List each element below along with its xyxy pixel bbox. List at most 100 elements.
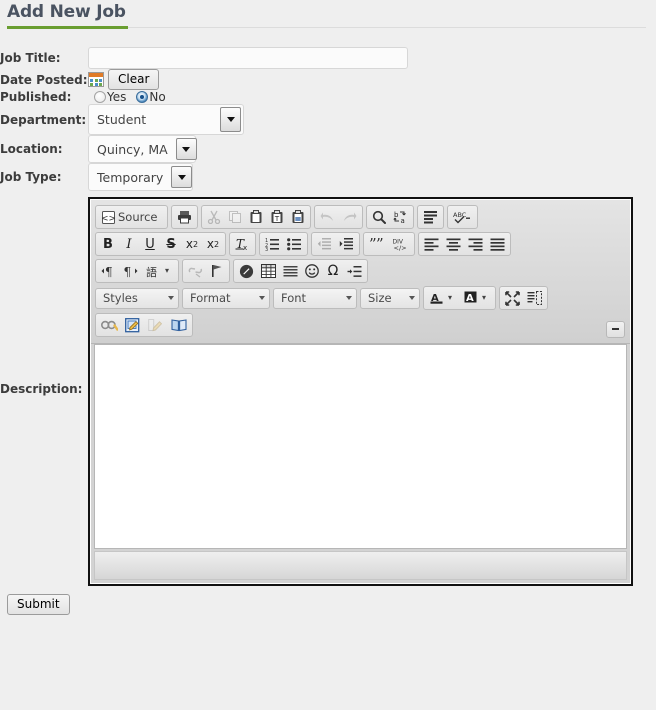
decrease-indent-icon[interactable] [314,234,335,254]
chevron-down-icon [409,296,415,300]
clear-date-button[interactable]: Clear [108,69,160,90]
underline-button[interactable]: U [140,234,160,254]
chevron-down-icon [168,296,174,300]
toolbar-group-extras [95,313,193,337]
toolbar-group-colors: A ▾ A ▾ [423,286,497,310]
font-combo-label: Font [281,291,307,305]
page-header: Add New Job [0,0,656,29]
create-div-icon[interactable]: DIV </> [389,234,412,254]
paste-as-text-icon[interactable]: T [267,207,287,227]
chevron-down-icon[interactable] [175,138,197,160]
align-center-icon[interactable] [443,234,464,254]
source-button[interactable]: <> Source [98,207,165,227]
font-combo[interactable]: Font [273,287,357,309]
format-combo-label: Format [190,291,231,305]
edit-source-icon[interactable] [145,315,167,335]
cut-icon[interactable] [204,207,224,227]
italic-button[interactable]: I [119,234,139,254]
size-combo[interactable]: Size [360,287,420,309]
horizontal-rule-icon[interactable] [280,261,301,281]
svg-text:a: a [400,217,404,224]
table-icon[interactable] [258,261,279,281]
toolbar-group-bidi: ¶ ¶ 語 ▾ [95,259,180,283]
subscript-button[interactable]: x2 [182,234,202,254]
styles-combo[interactable]: Styles [95,287,179,309]
toolbar-group-remove-format: Tx [229,232,256,256]
blockquote-icon[interactable]: ”” [366,234,388,254]
toolbar-row-4: Styles Format Font Size A ▾ A ▾ [95,286,626,310]
superscript-button[interactable]: x2 [203,234,223,254]
select-all-icon[interactable] [420,207,441,227]
print-icon[interactable] [174,207,195,227]
documentation-icon[interactable] [168,315,190,335]
replace-icon[interactable]: ba [390,207,411,227]
strikethrough-button[interactable]: S [161,234,181,254]
toolbar-group-spellcheck: ABC [446,205,478,229]
svg-text:”: ” [376,237,384,251]
page-title: Add New Job [7,2,126,22]
toolbar-group-align [418,232,511,256]
chevron-down-icon[interactable] [220,107,241,132]
remove-format-icon[interactable]: Tx [232,234,253,254]
job-type-select[interactable]: Temporary [88,163,193,191]
toolbar-group-print [170,205,198,229]
add-new-job-form: Job Title: Date Posted: Clear Published:… [0,47,633,586]
radio-yes-indicator [94,91,106,103]
paste-icon[interactable] [246,207,266,227]
undo-icon[interactable] [317,207,338,227]
special-character-icon[interactable]: Ω [323,261,343,281]
published-radio-yes[interactable]: Yes [94,90,126,104]
language-icon[interactable]: 語 ▾ [142,261,176,281]
job-title-input[interactable] [88,47,408,69]
collapse-toolbar-button[interactable] [606,321,625,338]
spell-check-icon[interactable]: ABC [450,207,475,227]
toolbar-group-document: <> Source [95,205,168,229]
bulleted-list-icon[interactable] [284,234,305,254]
divider-green-accent [7,26,128,29]
radio-yes-label: Yes [107,90,127,104]
svg-text:¶: ¶ [105,265,113,278]
bold-button[interactable]: B [98,234,118,254]
copy-icon[interactable] [225,207,245,227]
editor-content-area[interactable] [94,344,627,549]
increase-indent-icon[interactable] [336,234,357,254]
toolbar-row-1: <> Source T b a ABC [95,205,626,229]
unlink-icon[interactable] [185,261,206,281]
text-color-icon[interactable]: A ▾ [426,288,459,308]
redo-icon[interactable] [339,207,360,227]
toolbar-row-2: B I U S x2 x2 Tx 1 2 3 ” ” DIV </> [95,232,626,256]
align-left-icon[interactable] [421,234,442,254]
svg-text:<>: <> [102,214,115,224]
align-right-icon[interactable] [465,234,486,254]
submit-button[interactable]: Submit [7,594,70,615]
department-select[interactable]: Student [88,104,244,135]
align-justify-icon[interactable] [487,234,508,254]
svg-text:語: 語 [146,265,157,278]
flash-icon[interactable] [236,261,257,281]
maximize-icon[interactable] [502,288,523,308]
anchor-icon[interactable] [207,261,227,281]
find-icon[interactable] [369,207,389,227]
text-direction-rtl-icon[interactable]: ¶ [120,261,141,281]
numbered-list-icon[interactable]: 123 [262,234,283,254]
text-direction-ltr-icon[interactable]: ¶ [98,261,119,281]
format-combo[interactable]: Format [182,287,270,309]
smiley-icon[interactable] [302,261,322,281]
field-row-published: Published: Yes No [0,90,633,104]
svg-text:b: b [394,211,399,219]
background-color-icon[interactable]: A ▾ [460,288,493,308]
location-select[interactable]: Quincy, MA [88,135,197,163]
toolbar-group-find: ba [365,205,414,229]
field-row-description: Description: <> Source T b a ABC B I U S… [0,191,633,586]
published-label: Published: [0,90,72,104]
insert-template-icon[interactable] [122,315,144,335]
show-blocks-icon[interactable] [524,288,545,308]
chevron-down-icon[interactable] [171,166,193,188]
toolbar-group-lists: 123 [259,232,308,256]
accessibility-check-icon[interactable] [98,315,121,335]
calendar-icon[interactable] [88,72,104,87]
page-break-icon[interactable] [344,261,365,281]
published-radio-no[interactable]: No [136,90,166,104]
paste-from-word-icon[interactable] [288,207,308,227]
toolbar-row-3: ¶ ¶ 語 ▾ Ω [95,259,626,283]
